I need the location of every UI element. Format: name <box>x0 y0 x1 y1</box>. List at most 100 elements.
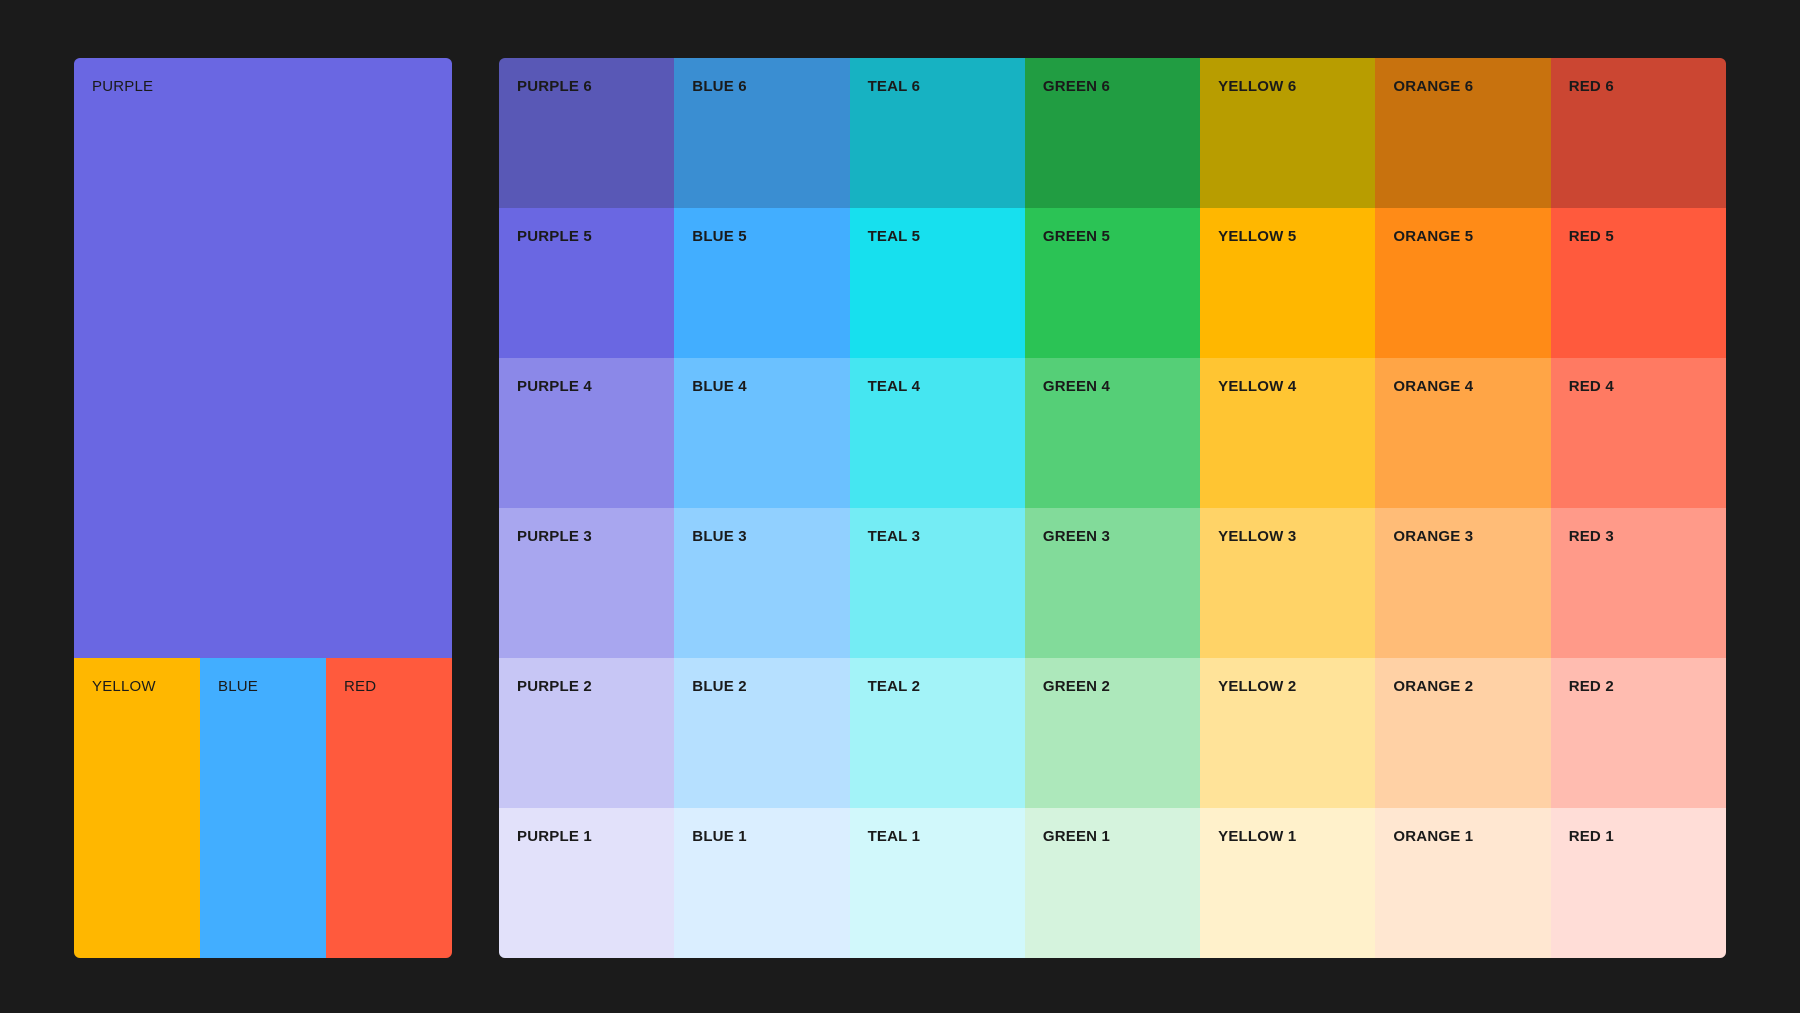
swatch-label: YELLOW <box>92 678 156 695</box>
swatch-label: YELLOW 2 <box>1218 678 1297 695</box>
swatch-label: GREEN 1 <box>1042 828 1111 845</box>
swatch-label: RED 6 <box>1568 78 1614 95</box>
swatch-teal-6[interactable]: TEAL 6 <box>849 58 1025 208</box>
swatch-teal-5[interactable]: TEAL 5 <box>849 208 1025 358</box>
swatch-orange-2[interactable]: ORANGE 2 <box>1375 658 1551 808</box>
swatch-yellow-6[interactable]: YELLOW 6 <box>1200 58 1376 208</box>
swatch-blue-6[interactable]: BLUE 6 <box>674 58 850 208</box>
swatch-label: BLUE 1 <box>692 828 747 845</box>
swatch-purple-5[interactable]: PURPLE 5 <box>499 208 675 358</box>
swatch-blue-3[interactable]: BLUE 3 <box>674 508 850 658</box>
swatch-purple-2[interactable]: PURPLE 2 <box>499 658 675 808</box>
palette-row-shade-5: PURPLE 5 BLUE 5 TEAL 5 GREEN 5 YELLOW 5 … <box>499 208 1726 358</box>
swatch-label: ORANGE 6 <box>1393 78 1474 95</box>
swatch-orange-6[interactable]: ORANGE 6 <box>1375 58 1551 208</box>
palette-row-shade-3: PURPLE 3 BLUE 3 TEAL 3 GREEN 3 YELLOW 3 … <box>499 508 1726 658</box>
swatch-red-6[interactable]: RED 6 <box>1550 58 1726 208</box>
swatch-label: TEAL 5 <box>867 228 921 245</box>
swatch-label: BLUE 3 <box>692 528 747 545</box>
swatch-red-1[interactable]: RED 1 <box>1550 808 1726 958</box>
swatch-label: TEAL 2 <box>867 678 921 695</box>
swatch-teal-1[interactable]: TEAL 1 <box>849 808 1025 958</box>
swatch-label: PURPLE 4 <box>517 378 592 395</box>
swatch-label: GREEN 2 <box>1042 678 1111 695</box>
swatch-label: RED 3 <box>1568 528 1614 545</box>
swatch-label: GREEN 3 <box>1042 528 1111 545</box>
swatch-label: PURPLE 5 <box>517 228 592 245</box>
swatch-teal-2[interactable]: TEAL 2 <box>849 658 1025 808</box>
swatch-orange-3[interactable]: ORANGE 3 <box>1375 508 1551 658</box>
swatch-orange-5[interactable]: ORANGE 5 <box>1375 208 1551 358</box>
swatch-label: RED 4 <box>1568 378 1614 395</box>
swatch-yellow-5[interactable]: YELLOW 5 <box>1200 208 1376 358</box>
swatch-blue-4[interactable]: BLUE 4 <box>674 358 850 508</box>
swatch-orange-4[interactable]: ORANGE 4 <box>1375 358 1551 508</box>
swatch-label: ORANGE 4 <box>1393 378 1474 395</box>
swatch-label: YELLOW 4 <box>1218 378 1297 395</box>
swatch-blue-5[interactable]: BLUE 5 <box>674 208 850 358</box>
swatch-purple-1[interactable]: PURPLE 1 <box>499 808 675 958</box>
swatch-yellow-1[interactable]: YELLOW 1 <box>1200 808 1376 958</box>
swatch-label: YELLOW 5 <box>1218 228 1297 245</box>
swatch-label: BLUE 4 <box>692 378 747 395</box>
palette-row-shade-2: PURPLE 2 BLUE 2 TEAL 2 GREEN 2 YELLOW 2 … <box>499 658 1726 808</box>
swatch-label: TEAL 4 <box>867 378 921 395</box>
swatch-orange-1[interactable]: ORANGE 1 <box>1375 808 1551 958</box>
swatch-teal-3[interactable]: TEAL 3 <box>849 508 1025 658</box>
swatch-label: RED 5 <box>1568 228 1614 245</box>
swatch-label: ORANGE 2 <box>1393 678 1474 695</box>
swatch-label: YELLOW 1 <box>1218 828 1297 845</box>
swatch-label: YELLOW 6 <box>1218 78 1297 95</box>
swatch-label: BLUE 5 <box>692 228 747 245</box>
swatch-label: PURPLE 2 <box>517 678 592 695</box>
brand-colors-panel: PURPLE YELLOW BLUE RED <box>74 58 452 958</box>
swatch-teal-4[interactable]: TEAL 4 <box>849 358 1025 508</box>
swatch-yellow-3[interactable]: YELLOW 3 <box>1200 508 1376 658</box>
swatch-green-2[interactable]: GREEN 2 <box>1024 658 1201 808</box>
swatch-label: ORANGE 1 <box>1393 828 1474 845</box>
swatch-green-1[interactable]: GREEN 1 <box>1024 808 1201 958</box>
swatch-label: GREEN 4 <box>1042 378 1111 395</box>
swatch-red-3[interactable]: RED 3 <box>1550 508 1726 658</box>
swatch-blue-1[interactable]: BLUE 1 <box>674 808 850 958</box>
swatch-label: GREEN 5 <box>1042 228 1111 245</box>
swatch-label: YELLOW 3 <box>1218 528 1297 545</box>
swatch-green-5[interactable]: GREEN 5 <box>1024 208 1201 358</box>
swatch-blue[interactable]: BLUE <box>200 658 326 958</box>
swatch-label: BLUE <box>218 678 258 695</box>
swatch-green-4[interactable]: GREEN 4 <box>1024 358 1201 508</box>
swatch-label: PURPLE 6 <box>517 78 592 95</box>
palette-grid: PURPLE 6 BLUE 6 TEAL 6 GREEN 6 YELLOW 6 … <box>499 58 1726 958</box>
swatch-red-2[interactable]: RED 2 <box>1550 658 1726 808</box>
swatch-purple-3[interactable]: PURPLE 3 <box>499 508 675 658</box>
palette-row-shade-6: PURPLE 6 BLUE 6 TEAL 6 GREEN 6 YELLOW 6 … <box>499 58 1726 208</box>
swatch-label: RED 1 <box>1568 828 1614 845</box>
swatch-label: BLUE 2 <box>692 678 747 695</box>
swatch-red-4[interactable]: RED 4 <box>1550 358 1726 508</box>
swatch-label: GREEN 6 <box>1042 78 1111 95</box>
swatch-label: TEAL 6 <box>867 78 921 95</box>
swatch-label: ORANGE 5 <box>1393 228 1474 245</box>
swatch-label: TEAL 1 <box>867 828 921 845</box>
swatch-yellow[interactable]: YELLOW <box>74 658 200 958</box>
swatch-label: PURPLE 1 <box>517 828 592 845</box>
swatch-yellow-4[interactable]: YELLOW 4 <box>1200 358 1376 508</box>
swatch-red[interactable]: RED <box>326 658 452 958</box>
palette-row-shade-4: PURPLE 4 BLUE 4 TEAL 4 GREEN 4 YELLOW 4 … <box>499 358 1726 508</box>
accent-colors-row: YELLOW BLUE RED <box>74 658 452 958</box>
swatch-yellow-2[interactable]: YELLOW 2 <box>1200 658 1376 808</box>
swatch-purple-primary[interactable]: PURPLE <box>74 58 452 658</box>
swatch-label: BLUE 6 <box>692 78 747 95</box>
swatch-blue-2[interactable]: BLUE 2 <box>674 658 850 808</box>
swatch-label: PURPLE <box>92 78 154 95</box>
swatch-purple-4[interactable]: PURPLE 4 <box>499 358 675 508</box>
swatch-purple-6[interactable]: PURPLE 6 <box>499 58 675 208</box>
swatch-green-6[interactable]: GREEN 6 <box>1024 58 1201 208</box>
swatch-green-3[interactable]: GREEN 3 <box>1024 508 1201 658</box>
swatch-label: ORANGE 3 <box>1393 528 1474 545</box>
swatch-label: PURPLE 3 <box>517 528 592 545</box>
palette-row-shade-1: PURPLE 1 BLUE 1 TEAL 1 GREEN 1 YELLOW 1 … <box>499 808 1726 958</box>
swatch-red-5[interactable]: RED 5 <box>1550 208 1726 358</box>
swatch-label: RED <box>344 678 377 695</box>
color-palette-canvas: PURPLE YELLOW BLUE RED PURPLE 6 BLUE 6 T… <box>0 0 1800 1013</box>
